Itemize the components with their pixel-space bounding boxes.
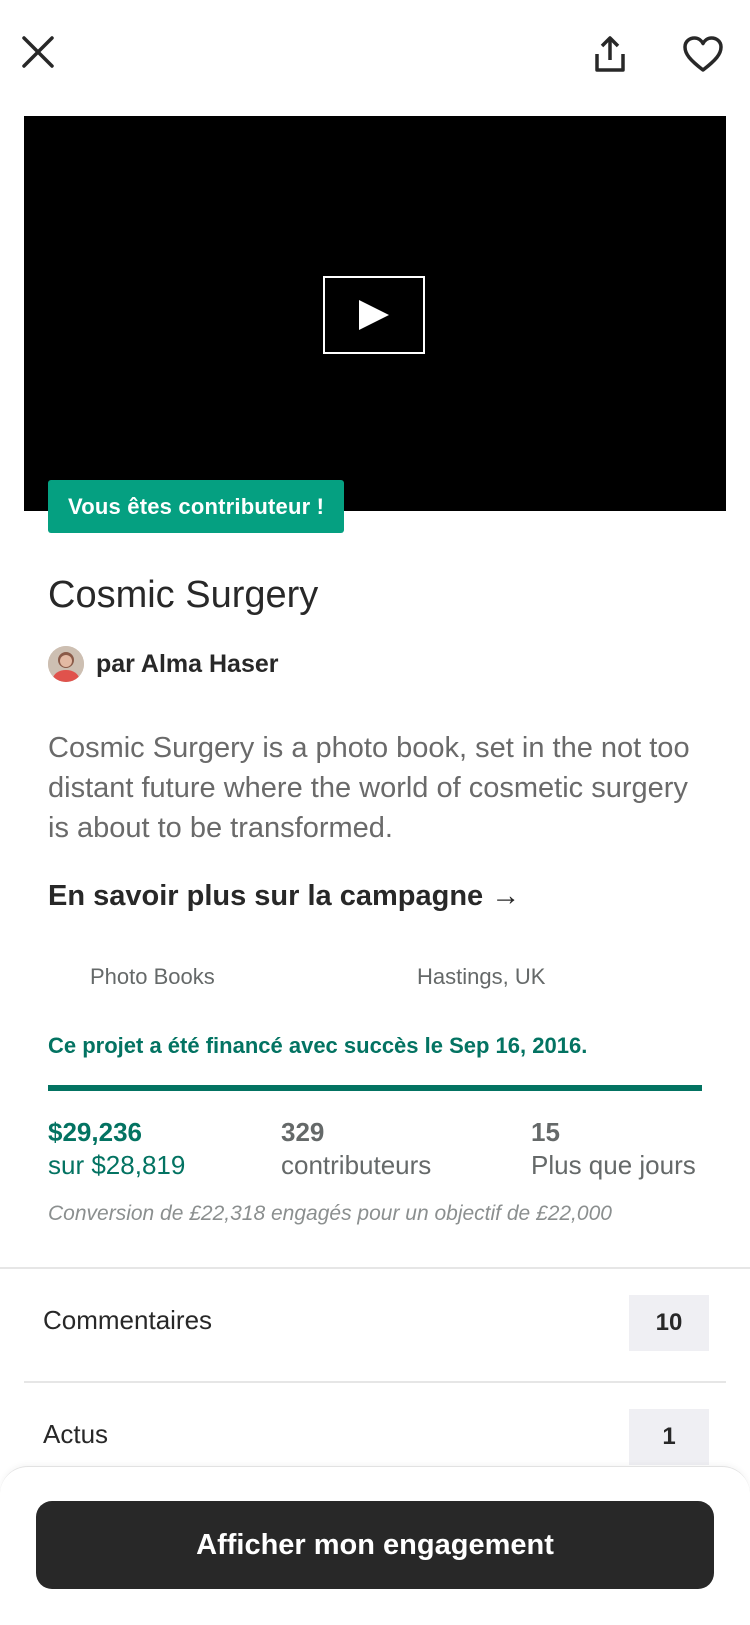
project-video[interactable]: [24, 116, 726, 511]
comments-count-badge: 10: [629, 1295, 709, 1351]
funding-progress-fill: [48, 1085, 702, 1091]
backers-stat: 329 contributeurs: [281, 1115, 431, 1181]
project-title: Cosmic Surgery: [48, 574, 319, 616]
conversion-note: Conversion de £22,318 engagés pour un ob…: [48, 1202, 612, 1225]
creator-row[interactable]: par Alma Haser: [48, 646, 279, 682]
pledged-amount: $29,236: [48, 1117, 142, 1147]
close-icon[interactable]: [16, 30, 60, 74]
heart-icon[interactable]: [678, 30, 728, 78]
backer-badge: Vous êtes contributeur !: [48, 480, 345, 533]
days-label: Plus que jours: [531, 1150, 696, 1180]
comments-label: Commentaires: [43, 1305, 213, 1335]
updates-label: Actus: [43, 1419, 109, 1449]
view-pledge-button[interactable]: Afficher mon engagement: [36, 1501, 714, 1589]
campaign-link[interactable]: En savoir plus sur la campagne →: [48, 880, 520, 913]
days-count: 15: [531, 1117, 560, 1147]
pledged-stat: $29,236 sur $28,819: [48, 1115, 185, 1181]
share-icon[interactable]: [586, 30, 634, 78]
play-icon: [359, 300, 389, 330]
project-description: Cosmic Surgery is a photo book, set in t…: [48, 732, 690, 844]
bottom-action-panel: Afficher mon engagement: [0, 1466, 750, 1625]
backers-label: contributeurs: [281, 1150, 432, 1180]
top-bar: [0, 0, 750, 110]
creator-name: par Alma Haser: [96, 649, 279, 678]
comments-row[interactable]: Commentaires 10: [24, 1269, 726, 1381]
goal-amount: sur $28,819: [48, 1150, 186, 1180]
location-tag[interactable]: Hastings, UK: [417, 964, 545, 990]
days-stat: 15 Plus que jours: [531, 1115, 696, 1181]
backers-count: 329: [281, 1117, 325, 1147]
updates-count-badge: 1: [629, 1409, 709, 1465]
funding-progress-bar: [48, 1085, 702, 1091]
funding-status: Ce projet a été financé avec succès le S…: [48, 1033, 588, 1058]
category-tag[interactable]: Photo Books: [90, 964, 215, 990]
play-button[interactable]: [323, 276, 425, 354]
avatar: [48, 646, 84, 682]
